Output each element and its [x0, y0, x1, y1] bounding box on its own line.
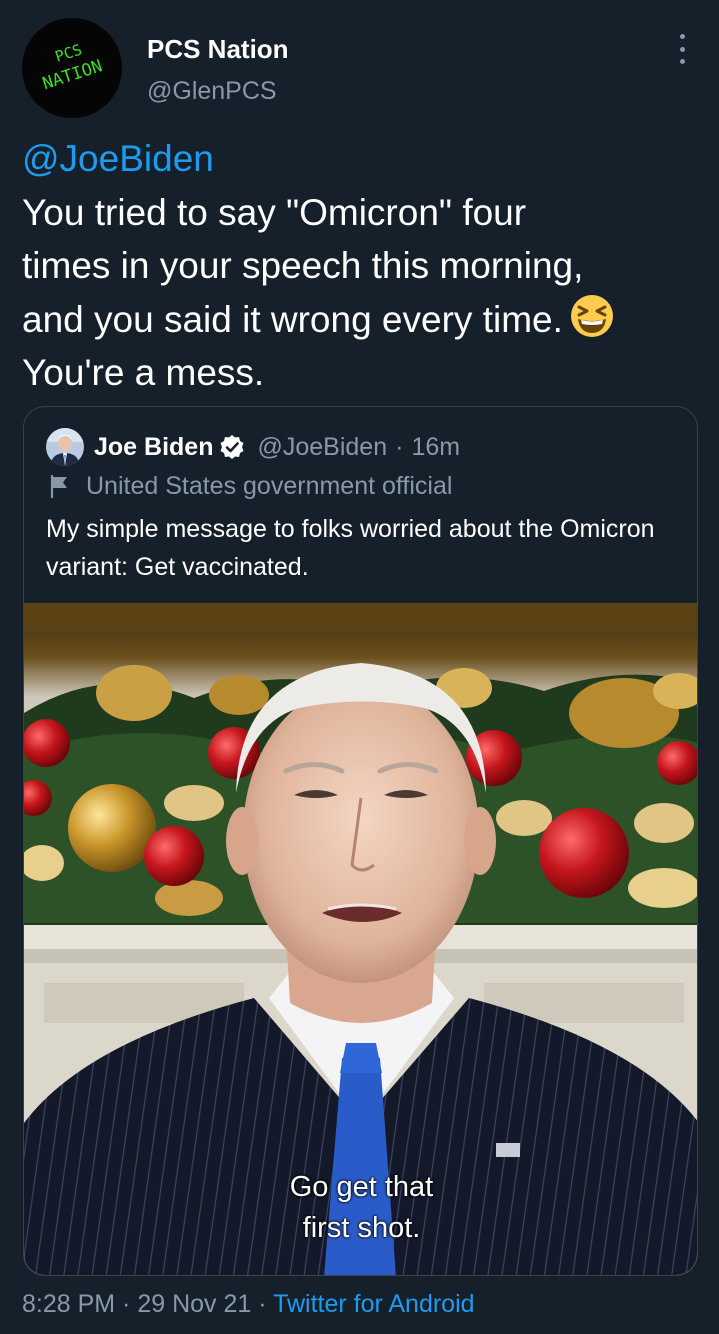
tweet-line: times in your speech this morning,: [22, 245, 584, 286]
separator-dot: ·: [115, 1290, 138, 1318]
government-label: United States government official: [48, 469, 452, 503]
quoted-tweet-card[interactable]: Joe Biden @JoeBiden · 16m United States …: [23, 406, 698, 1276]
flag-icon: [50, 474, 67, 498]
tweet-metadata: 8:28 PM · 29 Nov 21 · Twitter for Androi…: [22, 1286, 475, 1322]
separator-dot: ·: [395, 432, 404, 461]
quoted-author-avatar[interactable]: [46, 428, 84, 466]
quoted-author-display-name[interactable]: Joe Biden: [94, 433, 213, 462]
government-label-text: United States government official: [86, 471, 453, 500]
tweet-line: You tried to say "Omicron" four: [22, 191, 527, 233]
verified-badge-icon: [220, 435, 244, 459]
author-display-name[interactable]: PCS Nation: [147, 34, 289, 64]
quoted-tweet-text: My simple message to folks worried about…: [46, 515, 655, 581]
mention-link[interactable]: @JoeBiden: [22, 132, 702, 186]
quoted-tweet-header: Joe Biden @JoeBiden · 16m: [46, 427, 460, 467]
client-link[interactable]: Twitter for Android: [273, 1290, 474, 1318]
tweet-line: You're a mess.: [22, 352, 265, 393]
video-caption-line: Go get that: [289, 1171, 434, 1203]
author-avatar[interactable]: PCS NATION: [22, 18, 122, 118]
quoted-tweet-time[interactable]: 16m: [411, 433, 460, 462]
quoted-tweet-video[interactable]: Go get that first shot.: [24, 603, 697, 1275]
author-names: PCS Nation @GlenPCS: [147, 34, 289, 106]
tweet-time: 8:28 PM: [22, 1290, 116, 1318]
separator-dot: ·: [251, 1290, 274, 1318]
more-options-icon[interactable]: [673, 34, 691, 64]
tweet-line: and you said it wrong every time.: [22, 298, 563, 340]
tweet-line-with-emoji: and you said it wrong every time.: [22, 293, 702, 347]
tweet-date: 29 Nov 21: [137, 1290, 252, 1318]
video-caption-line: first shot.: [302, 1212, 421, 1244]
author-handle[interactable]: @GlenPCS: [147, 76, 289, 106]
tweet-header: PCS NATION PCS Nation @GlenPCS: [22, 18, 697, 118]
quoted-author-handle[interactable]: @JoeBiden: [257, 433, 387, 462]
grinning-squinting-face-icon: [570, 294, 613, 337]
tweet-text: @JoeBiden You tried to say "Omicron" fou…: [22, 132, 702, 400]
